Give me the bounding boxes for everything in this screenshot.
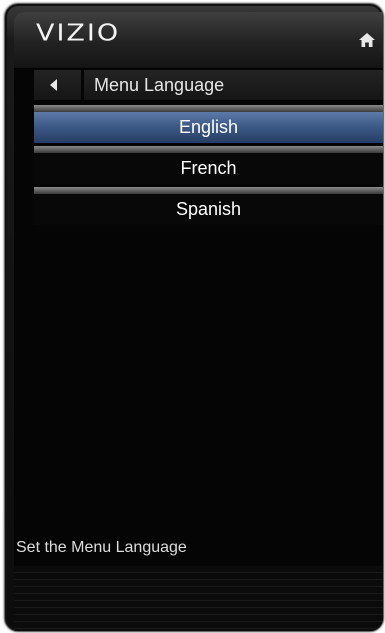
title-divider xyxy=(81,70,84,100)
option-separator xyxy=(34,146,383,153)
help-description: Set the Menu Language xyxy=(16,539,187,556)
language-option-english[interactable]: English xyxy=(34,112,383,143)
home-icon[interactable] xyxy=(359,33,375,47)
menu-screen: VIZIO Menu Language English French Spani… xyxy=(14,12,383,631)
language-option-french[interactable]: French xyxy=(34,153,383,184)
option-separator xyxy=(34,187,383,194)
option-separator xyxy=(34,105,383,112)
vizio-logo: VIZIO xyxy=(36,20,121,47)
language-option-spanish[interactable]: Spanish xyxy=(34,194,383,225)
back-arrow-icon[interactable] xyxy=(50,79,57,91)
footer-panel xyxy=(14,566,383,631)
header-bar: VIZIO xyxy=(14,12,383,69)
menu-title-row: Menu Language xyxy=(34,70,383,101)
menu-title: Menu Language xyxy=(94,75,225,95)
tv-remote-frame: VIZIO Menu Language English French Spani… xyxy=(4,3,384,632)
